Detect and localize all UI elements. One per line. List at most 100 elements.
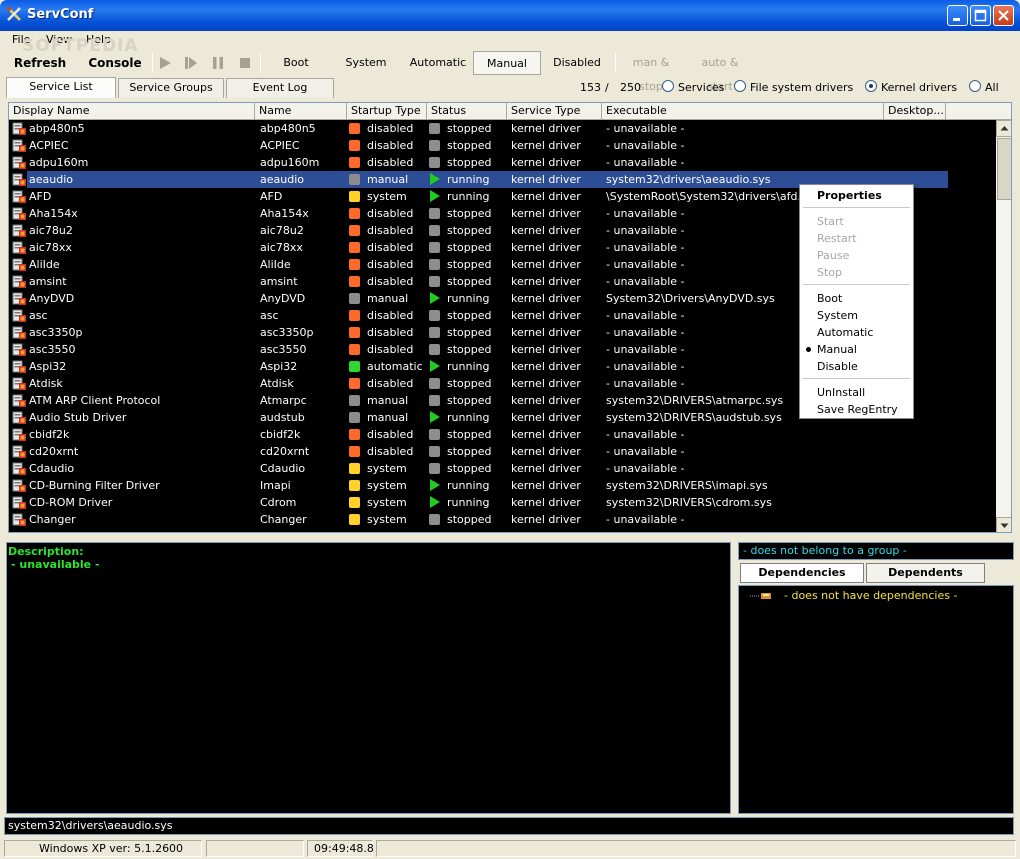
scroll-up-button[interactable]: [996, 120, 1011, 137]
menu-disable[interactable]: Disable: [817, 360, 858, 373]
disabled-button[interactable]: Disabled: [546, 51, 608, 75]
filter-kernel-drivers-label: Kernel drivers: [881, 81, 958, 94]
cell-status: stopped: [447, 428, 492, 441]
total-count: 250: [620, 81, 641, 94]
startup-type-icon: [349, 293, 360, 304]
table-row[interactable]: CD-ROM Driver Cdrom system running kernel dr…: [9, 494, 996, 511]
table-row[interactable]: Changer Changer system stopped kernel driver…: [9, 511, 996, 528]
cell-executable: - unavailable -: [606, 462, 685, 475]
menu-uninstall[interactable]: UnInstall: [817, 386, 865, 399]
tab-dependencies[interactable]: Dependencies: [740, 563, 864, 583]
table-row[interactable]: cbidf2k cbidf2k disabled stopped kernel driv…: [9, 426, 996, 443]
start-icon[interactable]: [158, 56, 172, 70]
filter-fs-drivers-radio[interactable]: [734, 80, 746, 92]
menu-restart[interactable]: Restart: [817, 232, 857, 245]
cell-status: stopped: [447, 445, 492, 458]
scroll-down-button[interactable]: [996, 517, 1011, 532]
menu-properties[interactable]: Properties: [817, 189, 882, 202]
cell-service-type: kernel driver: [511, 394, 581, 407]
cell-startup-type: disabled: [367, 377, 414, 390]
startup-type-icon: [349, 395, 360, 406]
cell-display-name: Aha154x: [29, 207, 78, 220]
menu-save-regentry[interactable]: Save RegEntry: [817, 403, 898, 416]
menu-stop[interactable]: Stop: [817, 266, 842, 279]
tab-event-log[interactable]: Event Log: [226, 78, 334, 98]
menu-manual[interactable]: Manual: [817, 343, 857, 356]
cell-name: aic78u2: [260, 224, 304, 237]
driver-icon: [12, 224, 26, 237]
cell-service-type: kernel driver: [511, 173, 581, 186]
filter-fs-drivers-label: File system drivers: [750, 81, 854, 94]
startup-type-icon: [349, 123, 360, 134]
minimize-icon: [953, 18, 960, 21]
boot-button[interactable]: Boot: [266, 51, 326, 75]
maximize-button[interactable]: [970, 5, 991, 26]
cell-service-type: kernel driver: [511, 139, 581, 152]
cell-executable: - unavailable -: [606, 360, 685, 373]
column-service-type[interactable]: Service Type: [507, 103, 602, 120]
panel-splitter[interactable]: [0, 536, 1020, 541]
stop-icon[interactable]: [238, 56, 252, 70]
auto-start-button[interactable]: auto & start: [688, 51, 752, 93]
table-row[interactable]: abp480n5 abp480n5 disabled stopped kernel dr…: [9, 120, 996, 137]
filter-services-radio[interactable]: [662, 80, 674, 92]
running-icon: [429, 190, 441, 203]
table-row[interactable]: Cdaudio Cdaudio system stopped kernel driver…: [9, 460, 996, 477]
scroll-thumb[interactable]: [997, 138, 1011, 200]
column-desktop[interactable]: Desktop...: [884, 103, 946, 120]
cell-status: running: [447, 496, 490, 509]
automatic-button[interactable]: Automatic: [406, 51, 470, 75]
cell-executable: system32\DRIVERS\atmarpc.sys: [606, 394, 784, 407]
cell-startup-type: disabled: [367, 207, 414, 220]
driver-icon: [12, 462, 26, 475]
column-display-name[interactable]: Display Name: [9, 103, 255, 120]
tab-service-list[interactable]: Service List: [6, 77, 116, 98]
dependencies-panel: - does not have dependencies -: [738, 585, 1014, 814]
cell-executable: - unavailable -: [606, 326, 685, 339]
cell-name: Aha154x: [260, 207, 309, 220]
menu-pause[interactable]: Pause: [817, 249, 849, 262]
cell-service-type: kernel driver: [511, 275, 581, 288]
cell-name: AliIde: [260, 258, 291, 271]
menu-start[interactable]: Start: [817, 215, 844, 228]
console-button[interactable]: Console: [82, 51, 148, 75]
manual-button[interactable]: Manual: [473, 51, 541, 75]
cell-service-type: kernel driver: [511, 292, 581, 305]
table-row[interactable]: ACPIEC ACPIEC disabled stopped kernel driver…: [9, 137, 996, 154]
cell-name: Cdrom: [260, 496, 297, 509]
running-icon: [429, 292, 441, 305]
cell-status: stopped: [447, 207, 492, 220]
man-stop-button[interactable]: man & stop: [620, 51, 682, 93]
filter-kernel-drivers-radio[interactable]: [865, 80, 877, 92]
column-startup-type[interactable]: Startup Type: [347, 103, 427, 120]
pause-icon[interactable]: [211, 56, 225, 70]
column-status[interactable]: Status: [427, 103, 507, 120]
tab-dependents[interactable]: Dependents: [866, 563, 985, 583]
cell-name: audstub: [260, 411, 305, 424]
cell-service-type: kernel driver: [511, 479, 581, 492]
driver-icon: [12, 411, 26, 424]
stopped-icon: [429, 310, 440, 321]
menu-system[interactable]: System: [817, 309, 858, 322]
cell-executable: system32\DRIVERS\audstub.sys: [606, 411, 782, 424]
system-button[interactable]: System: [336, 51, 396, 75]
cell-name: aeaudio: [260, 173, 304, 186]
stopped-icon: [429, 446, 440, 457]
minimize-button[interactable]: [947, 5, 968, 26]
stopped-icon: [429, 463, 440, 474]
tab-service-groups[interactable]: Service Groups: [118, 78, 224, 98]
cell-status: stopped: [447, 394, 492, 407]
column-executable[interactable]: Executable: [602, 103, 884, 120]
table-row[interactable]: CD-Burning Filter Driver Imapi system runni…: [9, 477, 996, 494]
column-name[interactable]: Name: [255, 103, 347, 120]
cell-startup-type: disabled: [367, 122, 414, 135]
close-button[interactable]: [993, 5, 1014, 26]
refresh-button[interactable]: Refresh: [10, 51, 70, 75]
table-row[interactable]: adpu160m adpu160m disabled stopped kernel dr…: [9, 154, 996, 171]
menu-automatic[interactable]: Automatic: [817, 326, 873, 339]
list-scrollbar[interactable]: [996, 120, 1011, 532]
menu-boot[interactable]: Boot: [817, 292, 842, 305]
resume-icon[interactable]: [184, 56, 198, 70]
table-row[interactable]: cd20xrnt cd20xrnt disabled stopped kernel dr…: [9, 443, 996, 460]
filter-all-radio[interactable]: [969, 80, 981, 92]
